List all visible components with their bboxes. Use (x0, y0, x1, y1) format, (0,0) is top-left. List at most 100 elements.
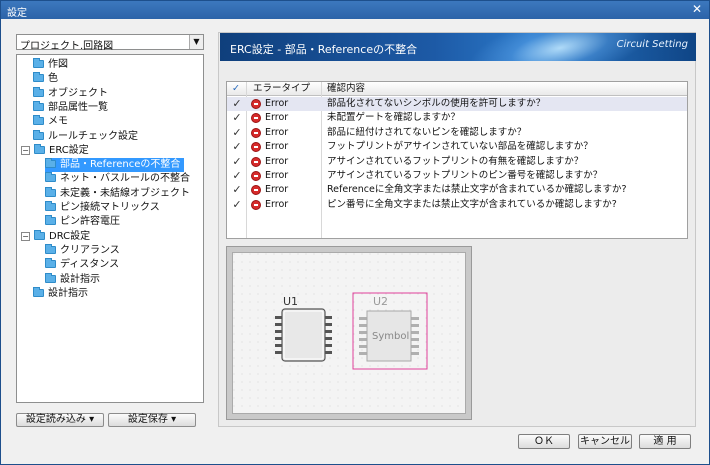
settings-tree[interactable]: 作図色オブジェクト 部品属性一覧 メモ ルールチェック設定 ERC設定 − 部品・Refer… (16, 54, 204, 403)
tree-item[interactable]: 作図 (33, 58, 68, 72)
folder-icon (33, 58, 44, 68)
tree-item[interactable]: 設計指示 (45, 272, 100, 287)
tree-item[interactable]: ERC設定 (34, 143, 89, 158)
tree-item-label: オブジェクト (48, 87, 108, 99)
row-error-type: Error (265, 198, 289, 210)
header-error-type[interactable]: エラータイプ (253, 82, 310, 96)
close-icon[interactable]: ✕ (689, 2, 705, 17)
section-title: ERC設定 - 部品・Referenceの不整合 (230, 43, 418, 56)
rule-row[interactable]: ✓ Error Referenceに全角文字または禁止文字が含まれているか確認します… (227, 183, 687, 197)
load-settings-button[interactable]: 設定読み込み ▾ (16, 413, 104, 427)
folder-icon (45, 258, 56, 269)
tree-item[interactable]: ピン接続マトリックス (45, 201, 160, 215)
error-icon (251, 199, 261, 210)
row-error-type: Error (265, 155, 289, 167)
tree-item[interactable]: 部品属性一覧 (33, 100, 108, 115)
tree-item-label: DRC設定 (49, 230, 91, 242)
row-content: 部品に紐付けされてないピンを確認しますか？ (327, 126, 527, 138)
error-icon (251, 127, 261, 138)
u1-chip-icon (275, 308, 332, 362)
rule-row[interactable]: ✓ Error フットプリントがアサインされていない部品を確認しますか？ (227, 140, 687, 154)
rule-row[interactable]: ✓ Error アサインされているフットプリントの有無を確認しますか？ (227, 155, 687, 169)
tree-item-label: ピン接続マトリックス (60, 202, 160, 213)
tree-item[interactable]: ディスタンス (45, 258, 119, 272)
tree-item[interactable]: 部品・Referenceの不整合 (45, 158, 185, 173)
rule-row[interactable]: ✓ Error 部品に紐付けされてないピンを確認しますか？ (227, 126, 687, 140)
folder-icon (33, 72, 44, 83)
folder-icon (34, 229, 45, 240)
title-bar: 設定 ✕ (1, 1, 709, 19)
row-content: ピン番号に全角文字または禁止文字が含まれているか確認しますか? (327, 198, 617, 210)
header-check-icon[interactable]: ✓ (232, 82, 240, 96)
folder-icon (45, 186, 56, 197)
tree-item-label: ディスタンス (60, 259, 120, 271)
error-icon (251, 142, 261, 153)
row-content: 部品化されてないシンボルの使用を許可しますか？ (327, 98, 546, 109)
symbol-label: Symbol (372, 331, 409, 342)
row-checkbox[interactable]: ✓ (231, 112, 243, 124)
rule-grid: ✓ エラータイプ 確認内容 ✓ Error 部品化されてないシンボルの使用を許可しま… (226, 81, 688, 239)
apply-button[interactable]: 適 用 (639, 434, 691, 449)
tree-item-label: クリアランス (60, 244, 120, 256)
row-content: アサインされているフットプリントの有無を確認しますか？ (327, 155, 584, 167)
row-checkbox[interactable]: ✓ (231, 198, 243, 211)
header-content[interactable]: 確認内容 (327, 82, 365, 96)
row-error-type: Error (265, 126, 289, 138)
folder-icon (45, 172, 56, 183)
collapse-icon[interactable]: − (21, 145, 30, 155)
error-icon (251, 113, 261, 124)
tree-item[interactable]: DRC設定 (34, 229, 91, 244)
section-banner: ERC設定 - 部品・Referenceの不整合 Circuit Setting (220, 33, 696, 61)
folder-icon (45, 272, 56, 283)
project-select-value: プロジェクト.回路図 (20, 41, 114, 52)
rule-row[interactable]: ✓ Error アサインされているフットプリントのピン番号を確認しますか？ (227, 169, 687, 183)
cancel-button[interactable]: キャンセル (578, 434, 632, 449)
row-checkbox[interactable]: ✓ (231, 98, 243, 110)
tree-item-label: 未定義・未結線オブジェクト (60, 187, 190, 199)
folder-icon (33, 100, 44, 111)
folder-icon (45, 215, 56, 226)
row-error-type: Error (265, 112, 289, 124)
tree-item[interactable]: クリアランス (45, 243, 120, 258)
tree-item-label: メモ (48, 116, 68, 128)
row-checkbox[interactable]: ✓ (231, 141, 243, 153)
row-checkbox[interactable]: ✓ (231, 184, 243, 196)
row-checkbox[interactable]: ✓ (231, 155, 243, 168)
brand-label: Circuit Setting (616, 39, 688, 50)
tree-item-label: 設計指示 (60, 273, 100, 285)
row-content: 未配置ゲートを確認しますか？ (327, 112, 461, 124)
error-icon (251, 156, 261, 167)
row-error-type: Error (265, 141, 289, 153)
tree-item[interactable]: 未定義・未結線オブジェクト (45, 186, 190, 201)
chevron-down-icon[interactable]: ▼ (189, 35, 203, 49)
tree-item[interactable]: オブジェクト (33, 86, 108, 101)
row-content: アサインされているフットプリントのピン番号を確認しますか？ (327, 170, 603, 181)
tree-item[interactable]: メモ (33, 115, 68, 129)
tree-item[interactable]: ルールチェック設定 (33, 129, 138, 144)
tree-item[interactable]: 設計指示 (33, 286, 88, 301)
symbol-preview: U1 U2 Symbol (233, 253, 465, 413)
rule-row[interactable]: ✓ Error ピン番号に全角文字または禁止文字が含まれているか確認しますか? (227, 198, 687, 212)
folder-icon (33, 129, 44, 140)
save-settings-button[interactable]: 設定保存 ▾ (108, 413, 196, 427)
tree-item[interactable]: 色 (33, 72, 58, 86)
rule-row[interactable]: ✓ Error 未配置ゲートを確認しますか？ (227, 111, 687, 125)
folder-icon (45, 243, 56, 254)
folder-icon (45, 201, 56, 211)
rule-row[interactable]: ✓ Error 部品化されてないシンボルの使用を許可しますか？ (227, 97, 687, 111)
collapse-icon[interactable]: − (21, 231, 30, 241)
tree-item-label: 設計指示 (48, 287, 88, 299)
tree-item-label: 部品属性一覧 (48, 101, 108, 113)
window-title: 設定 (7, 8, 27, 19)
ok-button[interactable]: ＯＫ (518, 434, 570, 449)
tree-item-label: ERC設定 (49, 144, 89, 156)
folder-icon (33, 286, 44, 297)
tree-item[interactable]: ピン許容電圧 (45, 215, 120, 229)
tree-item[interactable]: ネット・バスルールの不整合 (45, 172, 190, 186)
tree-item-label: ネット・バスルールの不整合 (60, 173, 190, 185)
project-select[interactable]: プロジェクト.回路図 ▼ (16, 34, 204, 52)
row-checkbox[interactable]: ✓ (231, 170, 243, 182)
tree-item-label: 色 (48, 73, 58, 85)
row-error-type: Error (265, 98, 289, 109)
row-checkbox[interactable]: ✓ (231, 126, 243, 139)
